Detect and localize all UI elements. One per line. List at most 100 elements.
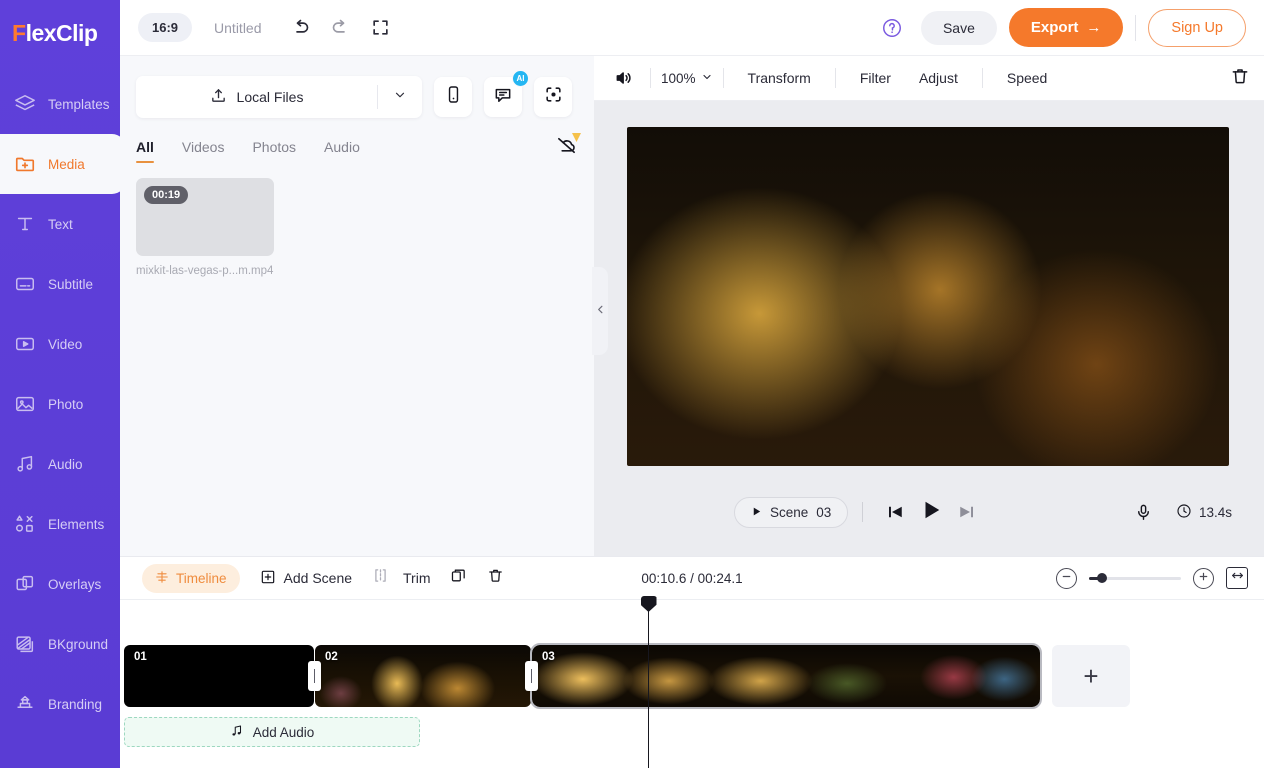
zoom-out-button[interactable] xyxy=(1056,567,1077,589)
plus-box-icon xyxy=(260,569,276,588)
cloud-off-icon[interactable] xyxy=(555,133,581,168)
clip-number: 03 xyxy=(542,651,555,663)
screen-capture-button[interactable] xyxy=(534,77,572,117)
screen-capture-icon xyxy=(544,85,563,109)
split-icon xyxy=(372,567,389,589)
preview-zoom-select[interactable]: 100% xyxy=(661,71,713,86)
preview-toolbar: 100% Transform Filter Adjust Speed xyxy=(594,56,1264,101)
subtitle-icon xyxy=(12,271,38,297)
media-panel: Local Files AI All Videos Photos Audio 0… xyxy=(120,56,594,556)
toolbar-divider xyxy=(1135,14,1137,41)
timeline-clip[interactable]: 01 xyxy=(124,645,314,707)
save-button[interactable]: Save xyxy=(920,10,997,45)
fullscreen-icon[interactable] xyxy=(364,11,398,45)
trim-button[interactable]: Trim xyxy=(403,570,430,586)
timeline-clip-selected[interactable]: 03 xyxy=(530,643,1042,709)
sign-up-button[interactable]: Sign Up xyxy=(1148,8,1246,47)
collapse-panel-button[interactable] xyxy=(592,267,608,355)
sidebar-item-photo[interactable]: Photo xyxy=(0,374,120,434)
tab-all[interactable]: All xyxy=(136,139,154,163)
chevron-left-icon xyxy=(595,302,606,320)
sidebar-item-elements[interactable]: Elements xyxy=(0,494,120,554)
sidebar-item-branding[interactable]: Branding xyxy=(0,674,120,734)
skip-previous-icon[interactable] xyxy=(877,496,913,528)
video-preview[interactable] xyxy=(627,127,1229,466)
sidebar-item-label: Branding xyxy=(48,696,103,712)
sidebar-item-bkground[interactable]: BKground xyxy=(0,614,120,674)
export-label: Export xyxy=(1030,19,1079,36)
sidebar-item-label: Overlays xyxy=(48,576,102,592)
transform-tab[interactable]: Transform xyxy=(734,70,825,86)
branding-icon xyxy=(12,691,38,717)
preview-right-controls: 13.4s xyxy=(1126,496,1264,528)
sidebar-item-audio[interactable]: Audio xyxy=(0,434,120,494)
sidebar-item-label: Text xyxy=(48,216,73,232)
help-circle-icon[interactable] xyxy=(875,11,909,45)
timeline-mode-button[interactable]: Timeline xyxy=(142,563,240,593)
redo-icon[interactable] xyxy=(324,11,358,45)
play-button[interactable] xyxy=(913,496,949,528)
zoom-slider-handle[interactable] xyxy=(1097,573,1107,583)
skip-next-icon[interactable] xyxy=(949,496,985,528)
preview-duration-value: 13.4s xyxy=(1198,504,1232,520)
local-files-button-group: Local Files xyxy=(136,76,422,118)
sidebar-item-subtitle[interactable]: Subtitle xyxy=(0,254,120,314)
project-title-input[interactable]: Untitled xyxy=(214,20,261,36)
add-audio-button[interactable]: Add Audio xyxy=(124,717,420,747)
volume-icon[interactable] xyxy=(608,63,640,93)
aspect-ratio-button[interactable]: 16:9 xyxy=(138,13,193,42)
timeline-playhead[interactable] xyxy=(648,600,649,768)
chevron-down-icon xyxy=(701,71,713,86)
split-button[interactable] xyxy=(372,567,389,589)
scene-selector-button[interactable]: Scene 03 xyxy=(734,496,849,528)
preview-area: 100% Transform Filter Adjust Speed Scene… xyxy=(594,56,1264,556)
fit-to-width-button[interactable] xyxy=(1226,567,1248,589)
ai-script-button[interactable]: AI xyxy=(484,70,529,117)
undo-icon[interactable] xyxy=(284,11,318,45)
media-thumbnail[interactable]: 00:19 xyxy=(136,178,274,256)
filter-tab[interactable]: Filter xyxy=(846,70,905,86)
add-scene-label: Add Scene xyxy=(283,570,353,586)
upload-dropdown-button[interactable] xyxy=(378,76,422,118)
timeline-icon xyxy=(155,570,169,587)
app-logo[interactable]: FlexClip xyxy=(0,0,120,66)
overlays-icon xyxy=(12,571,38,597)
logo-letter-f: F xyxy=(12,19,26,46)
timeline-mode-label: Timeline xyxy=(176,570,227,586)
clip-trim-handle[interactable] xyxy=(525,661,538,691)
tab-videos[interactable]: Videos xyxy=(182,139,225,163)
duplicate-button[interactable] xyxy=(450,567,467,589)
sidebar-item-media[interactable]: Media xyxy=(0,134,126,194)
top-toolbar: 16:9 Untitled Save Export → Sign Up xyxy=(120,0,1264,56)
logo-name-rest: lexClip xyxy=(25,19,98,46)
sidebar-item-overlays[interactable]: Overlays xyxy=(0,554,120,614)
timeline-zoom-slider[interactable] xyxy=(1089,573,1181,583)
playbar-divider xyxy=(862,502,864,522)
export-button[interactable]: Export → xyxy=(1008,8,1124,47)
add-scene-button[interactable]: Add Scene xyxy=(260,569,353,588)
upload-icon xyxy=(210,87,227,107)
media-folder-icon xyxy=(12,151,38,177)
speed-tab[interactable]: Speed xyxy=(993,70,1061,86)
minus-circle-icon xyxy=(1061,569,1072,587)
microphone-icon[interactable] xyxy=(1126,496,1162,528)
tab-audio[interactable]: Audio xyxy=(324,139,360,163)
preview-duration: 13.4s xyxy=(1176,503,1232,522)
add-clip-button[interactable]: + xyxy=(1052,645,1130,707)
sidebar-item-text[interactable]: Text xyxy=(0,194,120,254)
video-icon xyxy=(12,331,38,357)
sidebar-item-templates[interactable]: Templates xyxy=(0,74,120,134)
delete-clip-button[interactable] xyxy=(1230,66,1250,91)
media-item[interactable]: 00:19 mixkit-las-vegas-p...m.mp4 xyxy=(136,178,274,277)
tab-photos[interactable]: Photos xyxy=(252,139,296,163)
clip-trim-handle[interactable] xyxy=(308,661,321,691)
delete-button[interactable] xyxy=(487,567,504,589)
trash-icon xyxy=(487,567,504,589)
timeline-clip[interactable]: 02 xyxy=(315,645,531,707)
zoom-in-button[interactable] xyxy=(1193,567,1214,589)
local-files-button[interactable]: Local Files xyxy=(136,76,377,118)
sidebar-item-video[interactable]: Video xyxy=(0,314,120,374)
arrow-right-icon: → xyxy=(1086,19,1102,36)
record-device-button[interactable] xyxy=(434,77,472,117)
adjust-tab[interactable]: Adjust xyxy=(905,70,972,86)
